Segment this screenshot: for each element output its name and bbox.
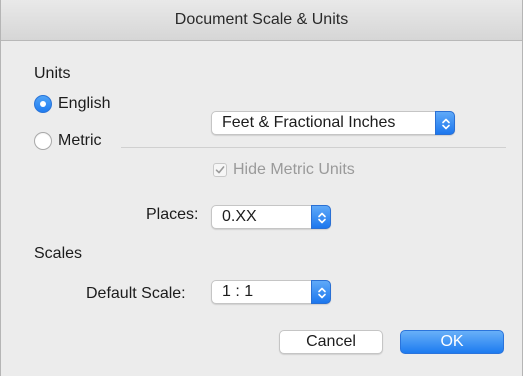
english-radio[interactable] (34, 95, 52, 113)
default-scale-value: 1 : 1 (222, 283, 254, 300)
places-popup[interactable]: 0.XX (211, 205, 331, 229)
units-divider (121, 147, 506, 148)
window-title: Document Scale & Units (1, 0, 522, 41)
places-value: 0.XX (222, 208, 257, 225)
default-scale-label: Default Scale: (86, 285, 186, 302)
units-section-label: Units (34, 65, 71, 82)
cancel-button[interactable]: Cancel (279, 330, 383, 354)
chevron-up-down-icon[interactable] (435, 111, 455, 135)
chevron-up-down-icon[interactable] (311, 205, 331, 229)
dialog-window: Document Scale & Units Units English Met… (0, 0, 523, 376)
checkmark-icon (215, 166, 225, 174)
hide-metric-label[interactable]: Hide Metric Units (233, 161, 355, 179)
unit-format-popup[interactable]: Feet & Fractional Inches (211, 111, 455, 135)
default-scale-popup[interactable]: 1 : 1 (211, 280, 331, 304)
metric-radio[interactable] (34, 132, 52, 150)
hide-metric-checkbox[interactable] (213, 163, 227, 177)
unit-format-value: Feet & Fractional Inches (222, 114, 396, 131)
metric-radio-label[interactable]: Metric (58, 132, 102, 150)
places-label: Places: (146, 206, 199, 223)
scales-section-label: Scales (34, 245, 83, 262)
ok-button[interactable]: OK (400, 330, 504, 354)
english-radio-label[interactable]: English (58, 95, 110, 113)
chevron-up-down-icon[interactable] (311, 280, 331, 304)
